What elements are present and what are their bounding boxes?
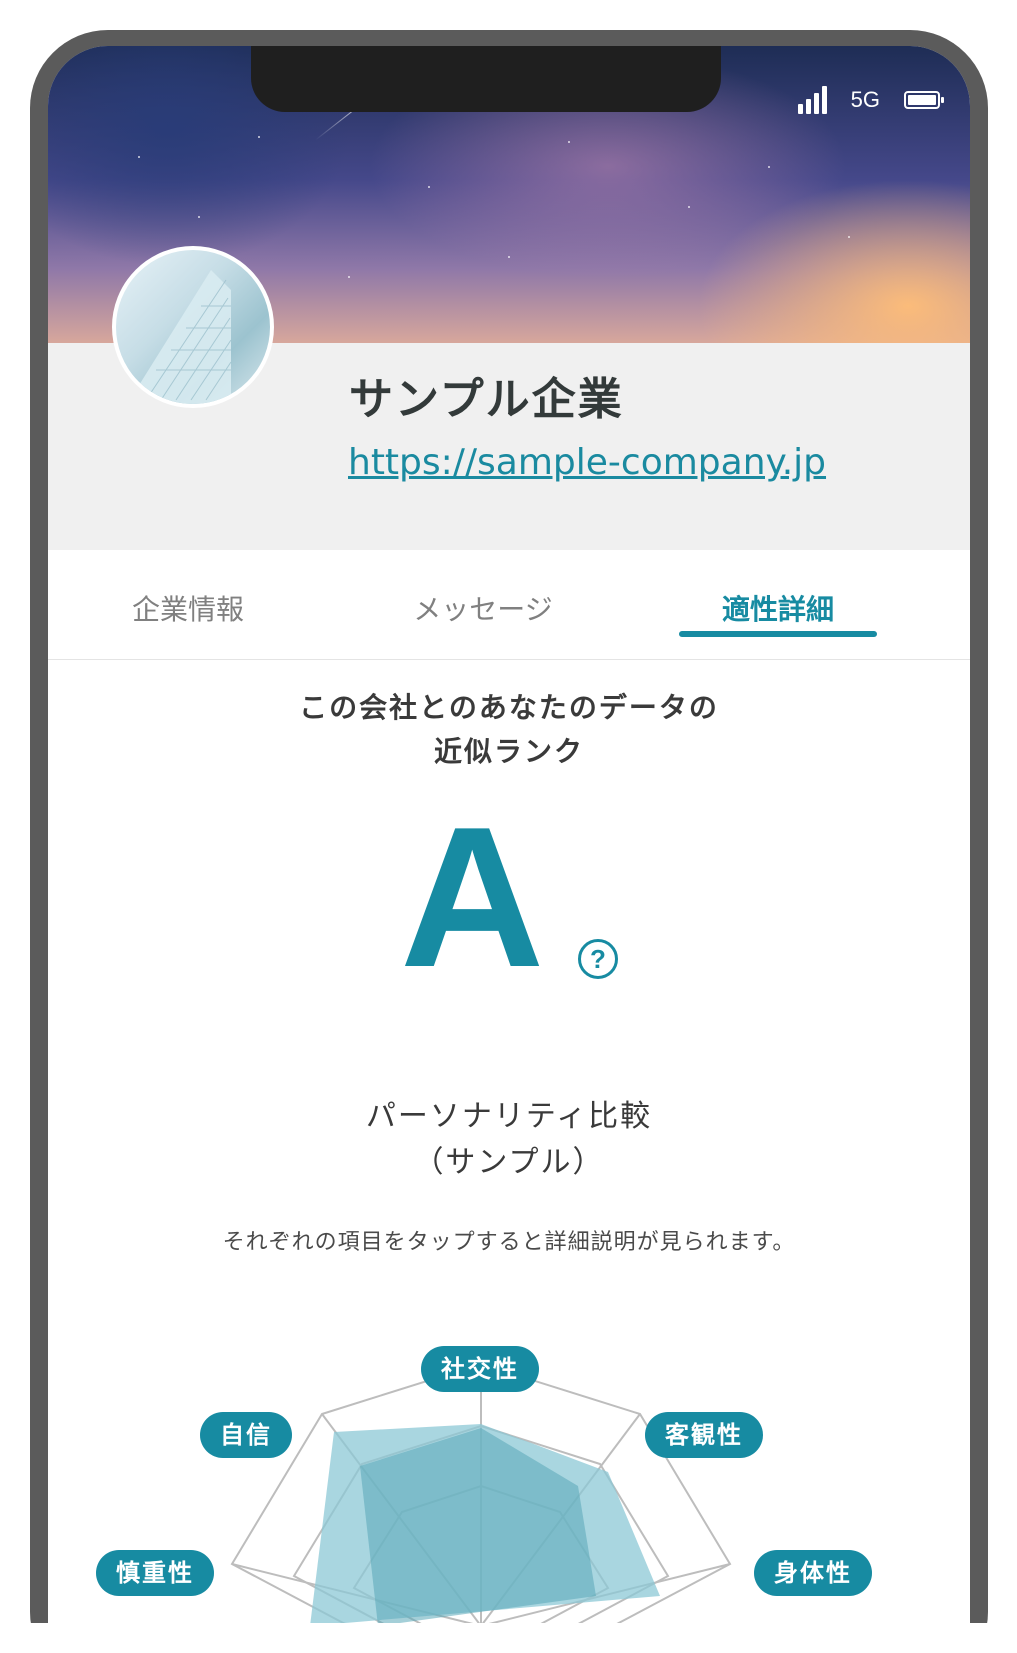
tab-messages[interactable]: メッセージ (388, 588, 578, 628)
active-tab-indicator (679, 631, 877, 637)
axis-label-confidence[interactable]: 自信 (200, 1412, 292, 1458)
status-bar: 5G (797, 86, 944, 114)
tab-aptitude-details[interactable]: 適性詳細 (688, 588, 868, 628)
tab-bar: 企業情報 メッセージ 適性詳細 (48, 550, 970, 660)
rank-heading: この会社とのあなたのデータの 近似ランク (48, 686, 970, 774)
rank-value: A (400, 786, 545, 1009)
star (848, 236, 850, 238)
axis-label-objectivity[interactable]: 客観性 (645, 1412, 763, 1458)
personality-radar-chart: 社交性 客観性 身体性 慎重性 自信 (48, 1296, 970, 1626)
network-label: 5G (850, 87, 880, 112)
battery-icon (904, 91, 944, 109)
star (198, 216, 200, 218)
star (258, 136, 260, 138)
tab-company-info[interactable]: 企業情報 (98, 588, 278, 628)
star (138, 156, 140, 158)
company-avatar (112, 246, 274, 408)
company-name: サンプル企業 (349, 374, 624, 425)
star (428, 186, 430, 188)
personality-title-line1: パーソナリティ比較 (365, 1099, 653, 1134)
help-icon[interactable]: ? (578, 939, 618, 979)
star (688, 206, 690, 208)
company-url-link[interactable]: https://sample-company.jp (348, 442, 826, 483)
bottom-fade (0, 1623, 1017, 1653)
personality-title: パーソナリティ比較 （サンプル） (48, 1094, 970, 1186)
rank-heading-line1: この会社とのあなたのデータの (299, 691, 719, 724)
axis-label-carefulness[interactable]: 慎重性 (96, 1550, 214, 1596)
personality-note: それぞれの項目をタップすると詳細説明が見られます。 (222, 1230, 796, 1255)
star (768, 166, 770, 168)
screen: 5G サンプル企業 https://sample-company.jp 企業情報… (48, 46, 970, 1626)
star (568, 141, 570, 143)
star (348, 276, 350, 278)
axis-label-physicality[interactable]: 身体性 (754, 1550, 872, 1596)
rank-heading-line2: 近似ランク (433, 735, 584, 768)
star (508, 256, 510, 258)
notch (251, 46, 721, 112)
axis-label-sociability[interactable]: 社交性 (421, 1346, 539, 1392)
personality-title-line2: （サンプル） (413, 1145, 605, 1180)
signal-icon (797, 86, 827, 114)
